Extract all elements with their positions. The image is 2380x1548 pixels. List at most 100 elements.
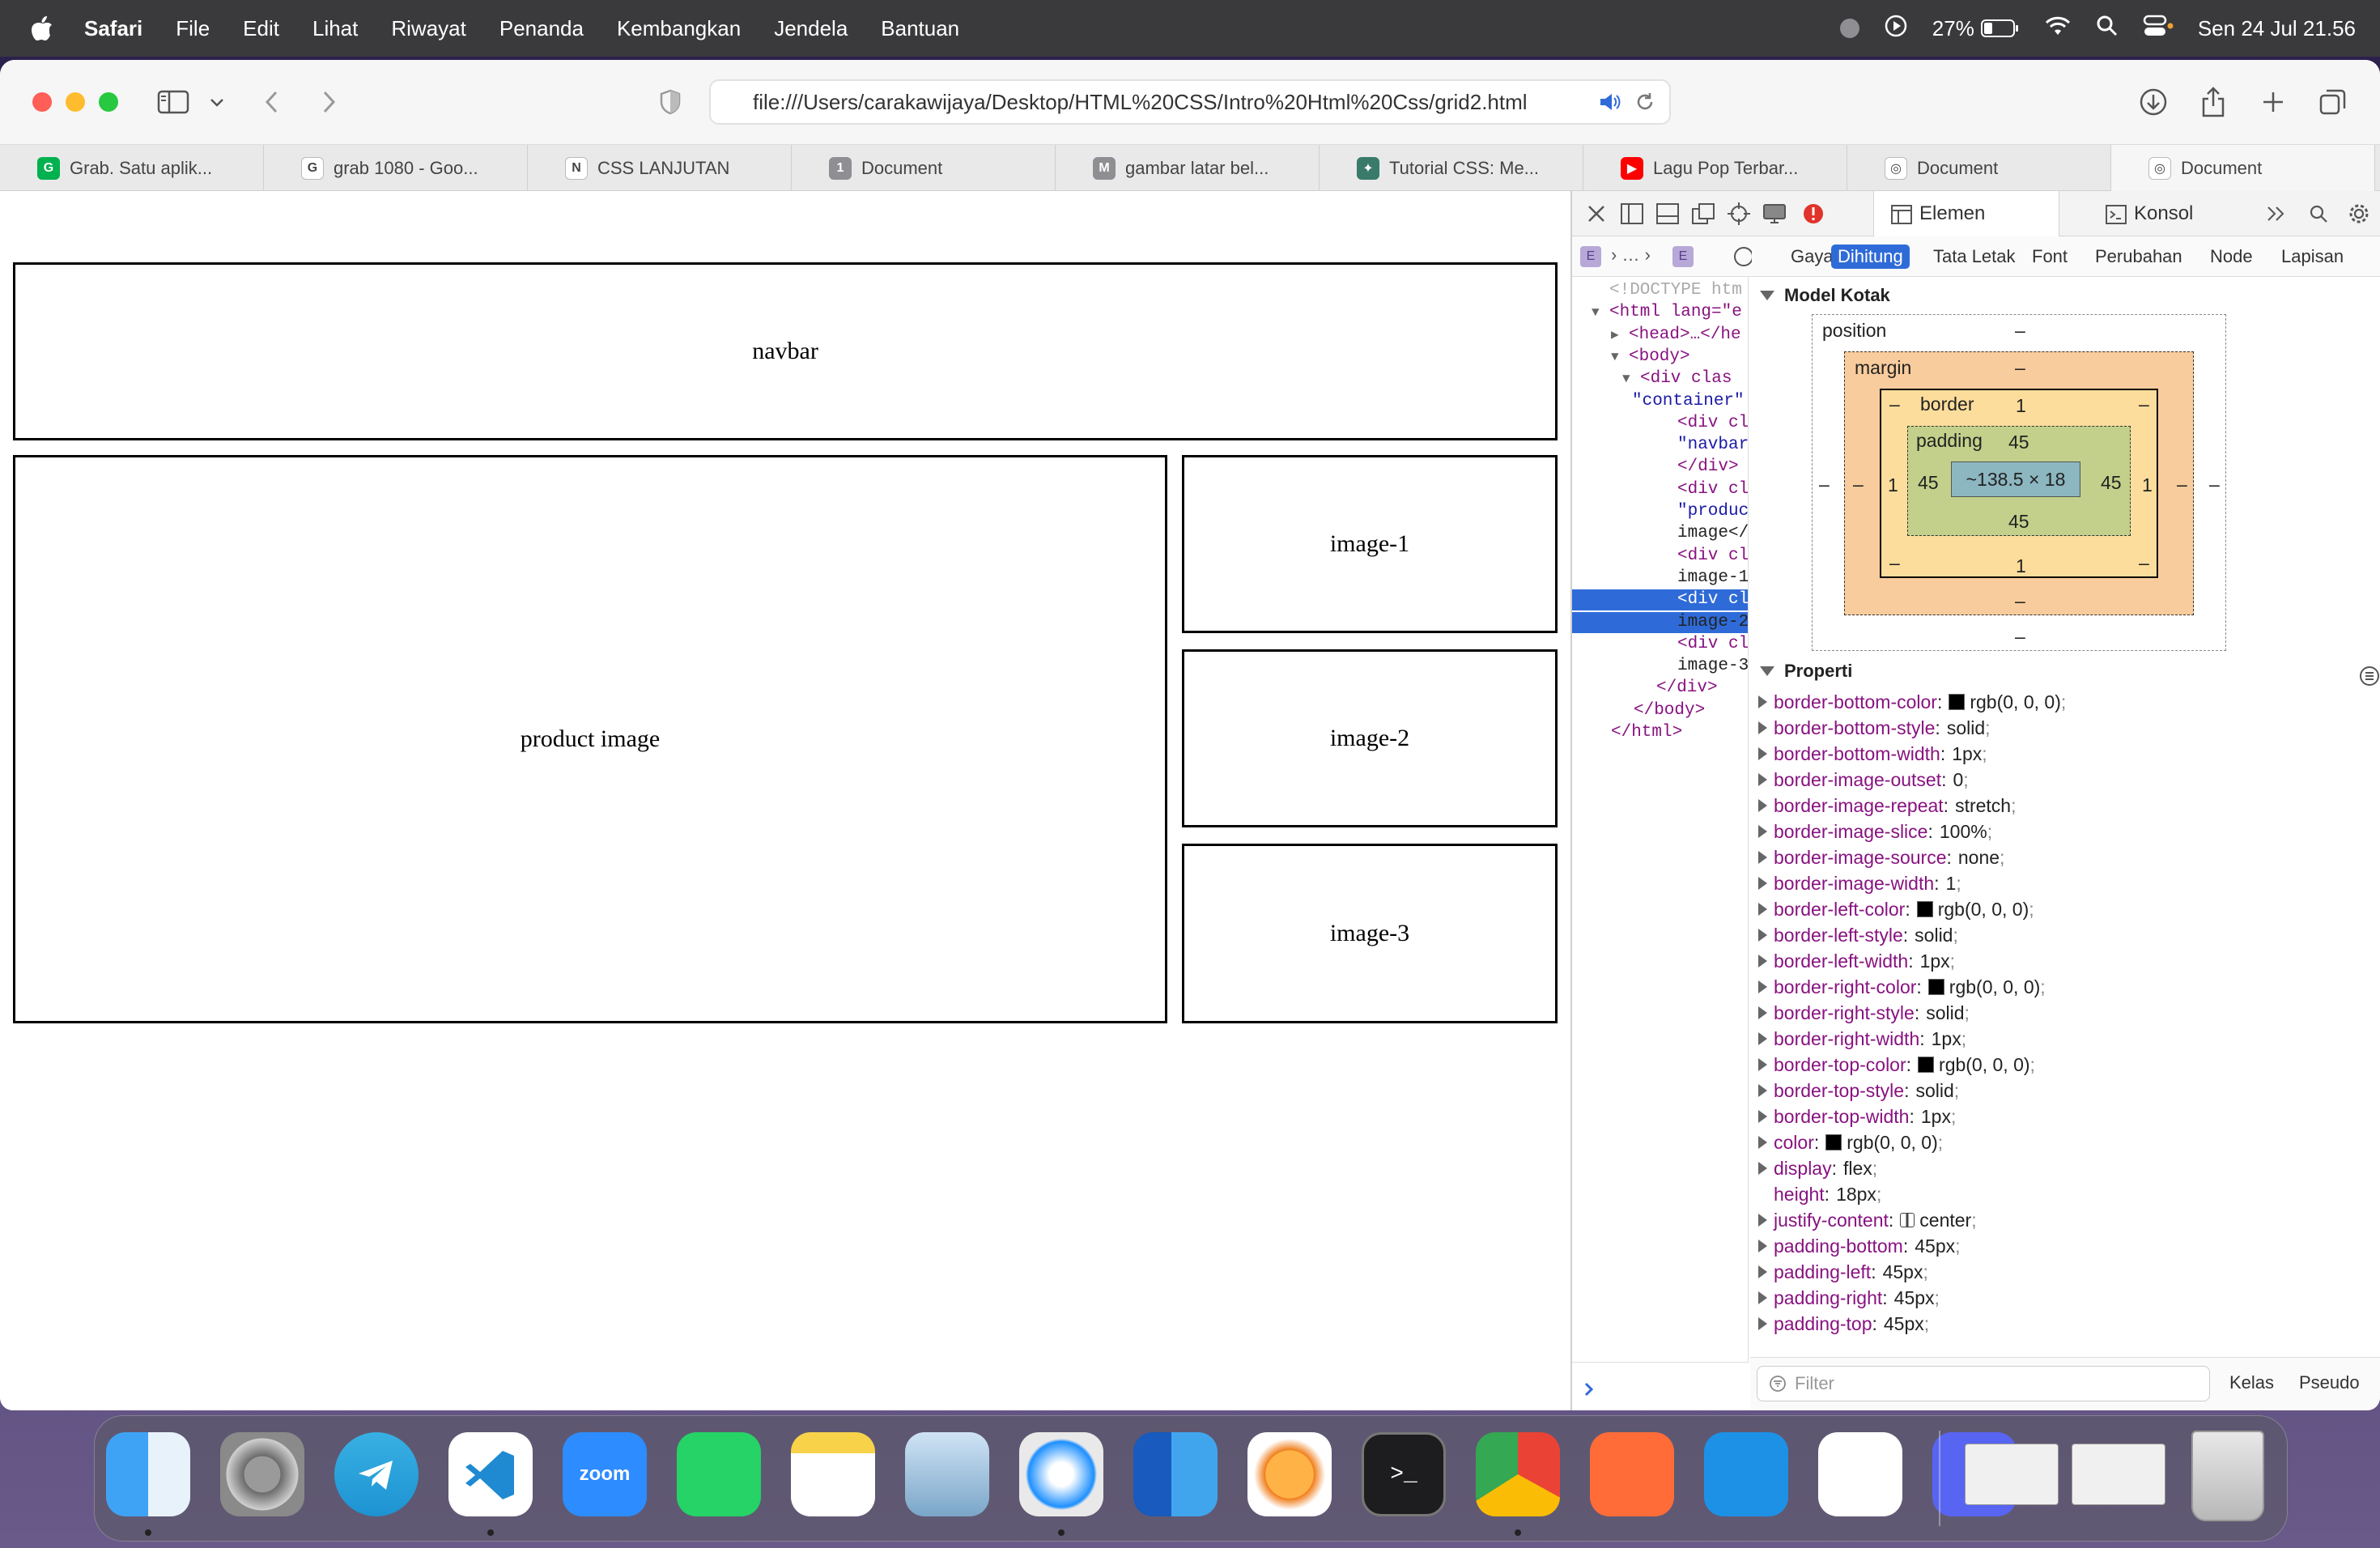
menubar-datetime[interactable]: Sen 24 Jul 21.56 <box>2198 16 2356 41</box>
safari-icon[interactable] <box>1019 1432 1103 1516</box>
dom-node[interactable]: <!DOCTYPE htm <box>1609 280 1742 301</box>
flex-alignment-icon[interactable] <box>1900 1213 1915 1227</box>
subtab-layout[interactable]: Tata Letak <box>1927 245 2022 269</box>
computed-property-row[interactable]: border-top-style: solid; <box>1758 1078 1959 1103</box>
dom-node[interactable]: "produc <box>1677 501 1748 522</box>
browser-tab[interactable]: Ggrab 1080 - Goo... <box>264 145 528 192</box>
disclosure-icon[interactable]: ▼ <box>1611 347 1619 368</box>
element-badge-icon[interactable]: E <box>1672 246 1694 267</box>
element-badge-icon[interactable]: E <box>1580 246 1601 267</box>
computed-property-row[interactable]: border-image-width:1; <box>1758 871 1961 895</box>
new-tab-icon[interactable] <box>2255 84 2291 120</box>
reload-icon[interactable] <box>1634 91 1656 119</box>
computed-property-row[interactable]: border-image-repeat: stretch; <box>1758 793 2016 818</box>
expand-arrow-icon[interactable] <box>1758 903 1767 916</box>
color-swatch-icon[interactable] <box>1918 1057 1935 1073</box>
dom-node[interactable]: <div cl <box>1572 589 1748 611</box>
recent-window-icon[interactable] <box>1965 1444 2059 1505</box>
computed-property-row[interactable]: border-right-width:1px; <box>1758 1027 1966 1051</box>
audio-playing-icon[interactable] <box>1598 91 1622 119</box>
dom-node[interactable]: </body> <box>1634 700 1705 721</box>
filter-input[interactable]: Filter <box>1757 1366 2210 1401</box>
dom-node[interactable]: <div cl <box>1677 413 1748 434</box>
computed-property-row[interactable]: border-right-color: rgb(0, 0, 0); <box>1758 975 2046 999</box>
browser-tab[interactable]: G Grab. Satu aplik... <box>0 145 264 192</box>
menu-bookmarks[interactable]: Penanda <box>499 16 584 41</box>
computed-property-row[interactable]: border-left-style: solid; <box>1758 923 1958 947</box>
dom-node[interactable]: image-3 <box>1677 656 1748 677</box>
system-settings-icon[interactable] <box>220 1432 304 1516</box>
computed-toggle-icon[interactable] <box>1732 245 1753 273</box>
computed-property-row[interactable]: border-left-color: rgb(0, 0, 0); <box>1758 897 2034 921</box>
expand-arrow-icon[interactable] <box>1758 721 1767 734</box>
element-picker-icon[interactable] <box>1724 199 1753 228</box>
expand-arrow-icon[interactable] <box>1758 980 1767 993</box>
properties-header[interactable]: Properti <box>1760 661 1852 682</box>
menu-help[interactable]: Bantuan <box>881 16 959 41</box>
computed-property-row[interactable]: border-image-slice:100%; <box>1758 819 1992 844</box>
expand-arrow-icon[interactable] <box>1758 747 1767 760</box>
group-toggle-icon[interactable] <box>2359 666 2380 691</box>
computed-property-row[interactable]: border-top-color: rgb(0, 0, 0); <box>1758 1053 2035 1077</box>
detach-window-icon[interactable] <box>1689 199 1718 228</box>
tableplus-icon[interactable] <box>1818 1432 1902 1516</box>
minimize-window-button[interactable] <box>66 92 85 112</box>
wifi-icon[interactable] <box>2044 15 2072 42</box>
infuse-icon[interactable] <box>1247 1432 1332 1516</box>
computed-property-row[interactable]: color: rgb(0, 0, 0); <box>1758 1130 1943 1155</box>
chrome-icon[interactable] <box>1476 1432 1560 1516</box>
disclosure-icon[interactable]: ▼ <box>1622 368 1630 389</box>
expand-arrow-icon[interactable] <box>1758 1006 1767 1019</box>
back-icon[interactable] <box>254 84 290 120</box>
menu-app-name[interactable]: Safari <box>84 16 142 41</box>
forward-icon[interactable] <box>311 84 346 120</box>
dom-node[interactable]: <div cl <box>1677 546 1748 567</box>
color-swatch-icon[interactable] <box>1916 901 1933 917</box>
dom-node[interactable]: </div> <box>1677 457 1739 478</box>
expand-arrow-icon[interactable] <box>1758 1317 1767 1330</box>
subtab-layers[interactable]: Lapisan <box>2275 245 2350 269</box>
browser-tab[interactable]: ◎ Document <box>1847 145 2111 192</box>
apple-menu-icon[interactable] <box>31 15 55 41</box>
dom-node[interactable]: "navbar <box>1677 435 1748 456</box>
dom-node[interactable]: ▼ <html lang="e <box>1592 302 1742 323</box>
menu-develop[interactable]: Kembangkan <box>617 16 741 41</box>
dom-node[interactable]: ▶ <head>…</he <box>1611 325 1741 346</box>
telegram-icon[interactable] <box>334 1432 419 1516</box>
expand-arrow-icon[interactable] <box>1758 1162 1767 1175</box>
browser-tab[interactable]: ◎ Document <box>2111 145 2375 192</box>
expand-arrow-icon[interactable] <box>1758 929 1767 942</box>
pseudo-toggle-button[interactable]: Pseudo <box>2299 1372 2360 1393</box>
console-prompt[interactable] <box>1572 1362 1749 1410</box>
computed-property-row[interactable]: border-left-width:1px; <box>1758 949 1955 973</box>
expand-arrow-icon[interactable] <box>1758 877 1767 890</box>
subtab-node[interactable]: Node <box>2204 245 2259 269</box>
computed-property-row[interactable]: border-bottom-color: rgb(0, 0, 0); <box>1758 690 2066 714</box>
disclosure-icon[interactable]: ▼ <box>1592 302 1600 323</box>
error-indicator-icon[interactable] <box>1799 199 1828 228</box>
browser-tab[interactable]: N CSS LANJUTAN <box>528 145 792 192</box>
chevron-down-icon[interactable] <box>199 84 235 120</box>
close-inspector-icon[interactable] <box>1582 199 1611 228</box>
more-tabs-icon[interactable] <box>2262 199 2291 228</box>
notes-icon[interactable] <box>791 1432 875 1516</box>
now-playing-icon[interactable] <box>1884 14 1908 44</box>
expand-arrow-icon[interactable] <box>1758 695 1767 708</box>
tab-elements[interactable]: Elemen <box>1873 191 2059 236</box>
computed-property-row[interactable]: padding-left:45px; <box>1758 1260 1928 1284</box>
subtab-changes[interactable]: Perubahan <box>2089 245 2189 269</box>
trash-icon[interactable] <box>2191 1431 2264 1521</box>
expand-arrow-icon[interactable] <box>1758 851 1767 864</box>
zoom-icon[interactable]: zoom <box>563 1432 647 1516</box>
expand-arrow-icon[interactable] <box>1758 825 1767 838</box>
preview-icon[interactable] <box>905 1432 989 1516</box>
dock-bottom-icon[interactable] <box>1653 199 1682 228</box>
dock-left-icon[interactable] <box>1617 199 1647 228</box>
share-icon[interactable] <box>2195 84 2231 120</box>
disclosure-icon[interactable]: ▶ <box>1611 325 1619 346</box>
terminal-icon[interactable]: >_ <box>1362 1432 1446 1516</box>
color-swatch-icon[interactable] <box>1825 1134 1842 1150</box>
menu-history[interactable]: Riwayat <box>391 16 465 41</box>
recording-indicator-icon[interactable] <box>1839 19 1859 38</box>
device-settings-icon[interactable] <box>1760 199 1789 228</box>
